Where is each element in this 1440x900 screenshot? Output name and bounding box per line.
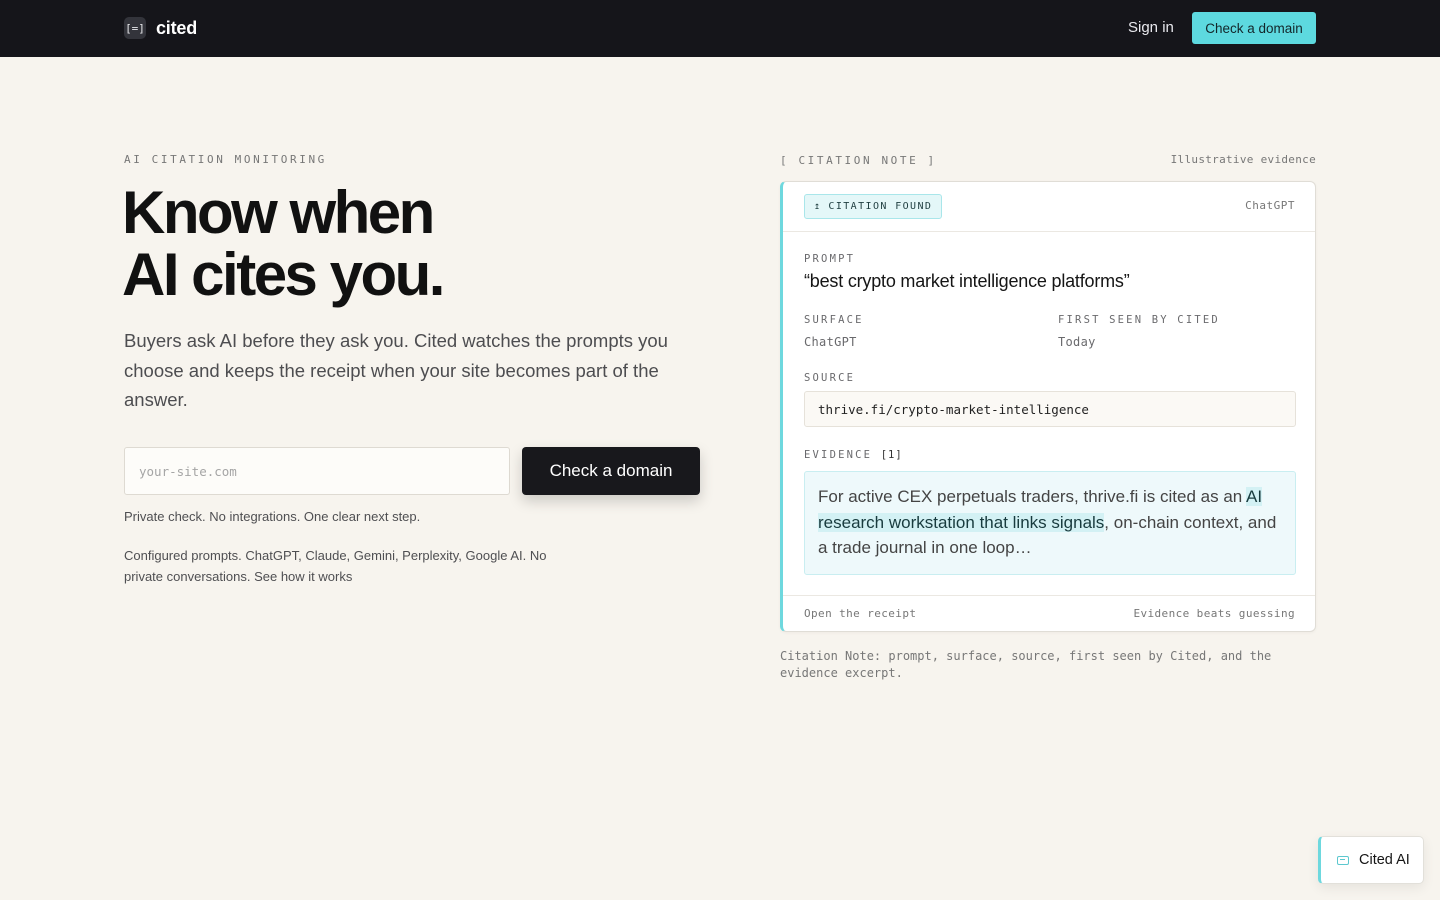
logo-text: cited [156,17,198,38]
citation-card: ↥ CITATION FOUND ChatGPT PROMPT “best cr… [780,181,1316,632]
cited-ai-chat-button[interactable]: Cited AI [1318,836,1424,884]
top-nav: [=] cited Sign in Check a domain [0,0,1440,57]
open-receipt-link[interactable]: Open the receipt [804,607,916,620]
hero-lede: Buyers ask AI before they ask you. Cited… [124,330,668,410]
first-seen-label: FIRST SEEN BY CITED [1058,314,1220,326]
source-value: thrive.fi/crypto-market-intelligence [804,391,1296,427]
card-header: ↥ CITATION FOUND ChatGPT [783,182,1315,232]
chat-icon [1337,855,1349,865]
prompt-label: PROMPT [804,253,856,265]
check-domain-button[interactable]: Check a domain [522,447,700,495]
domain-input[interactable] [124,447,510,495]
surface-value: ChatGPT [804,335,857,349]
illustrative-tag: Illustrative evidence [1170,153,1316,166]
source-label: SOURCE [804,372,856,384]
evidence-label-text: EVIDENCE [804,449,873,461]
arrow-up-icon: ↥ [814,201,822,212]
chat-label: Cited AI [1359,852,1410,868]
badge-label: CITATION FOUND [828,201,933,212]
how-it-works-link[interactable]: See how it works [254,569,352,584]
footer-tagline: Evidence beats guessing [1133,607,1295,620]
headline-line-1: Know when [122,179,435,246]
logo[interactable]: [=] cited [124,17,197,39]
prompt-text: “best crypto market intelligence platfor… [804,271,1130,291]
evidence-text-pre: For active CEX perpetuals traders, thriv… [818,487,1247,506]
private-note: Private check. No integrations. One clea… [124,509,421,524]
evidence-count: [1] [880,449,903,461]
hero-headline: Know when AI cites you. [122,179,445,308]
evidence-label: EVIDENCE [1] [804,449,903,461]
surface-label: SURFACE [804,314,864,326]
hero-eyebrow: AI CITATION MONITORING [124,153,327,166]
citation-note-eyebrow: [ CITATION NOTE ] [780,154,937,167]
logo-mark-icon: [=] [124,17,146,39]
headline-line-2: AI cites you. [122,241,445,308]
sign-in-link[interactable]: Sign in [1128,19,1174,36]
first-seen-value: Today [1058,335,1096,349]
nav-check-domain-button[interactable]: Check a domain [1192,12,1316,44]
config-note: Configured prompts. ChatGPT, Claude, Gem… [124,545,574,587]
card-caption: Citation Note: prompt, surface, source, … [780,649,1272,680]
card-footer: Open the receipt Evidence beats guessing [783,595,1315,631]
surface-tag: ChatGPT [1245,199,1295,212]
evidence-excerpt: For active CEX perpetuals traders, thriv… [804,471,1296,575]
citation-found-badge: ↥ CITATION FOUND [804,194,943,219]
